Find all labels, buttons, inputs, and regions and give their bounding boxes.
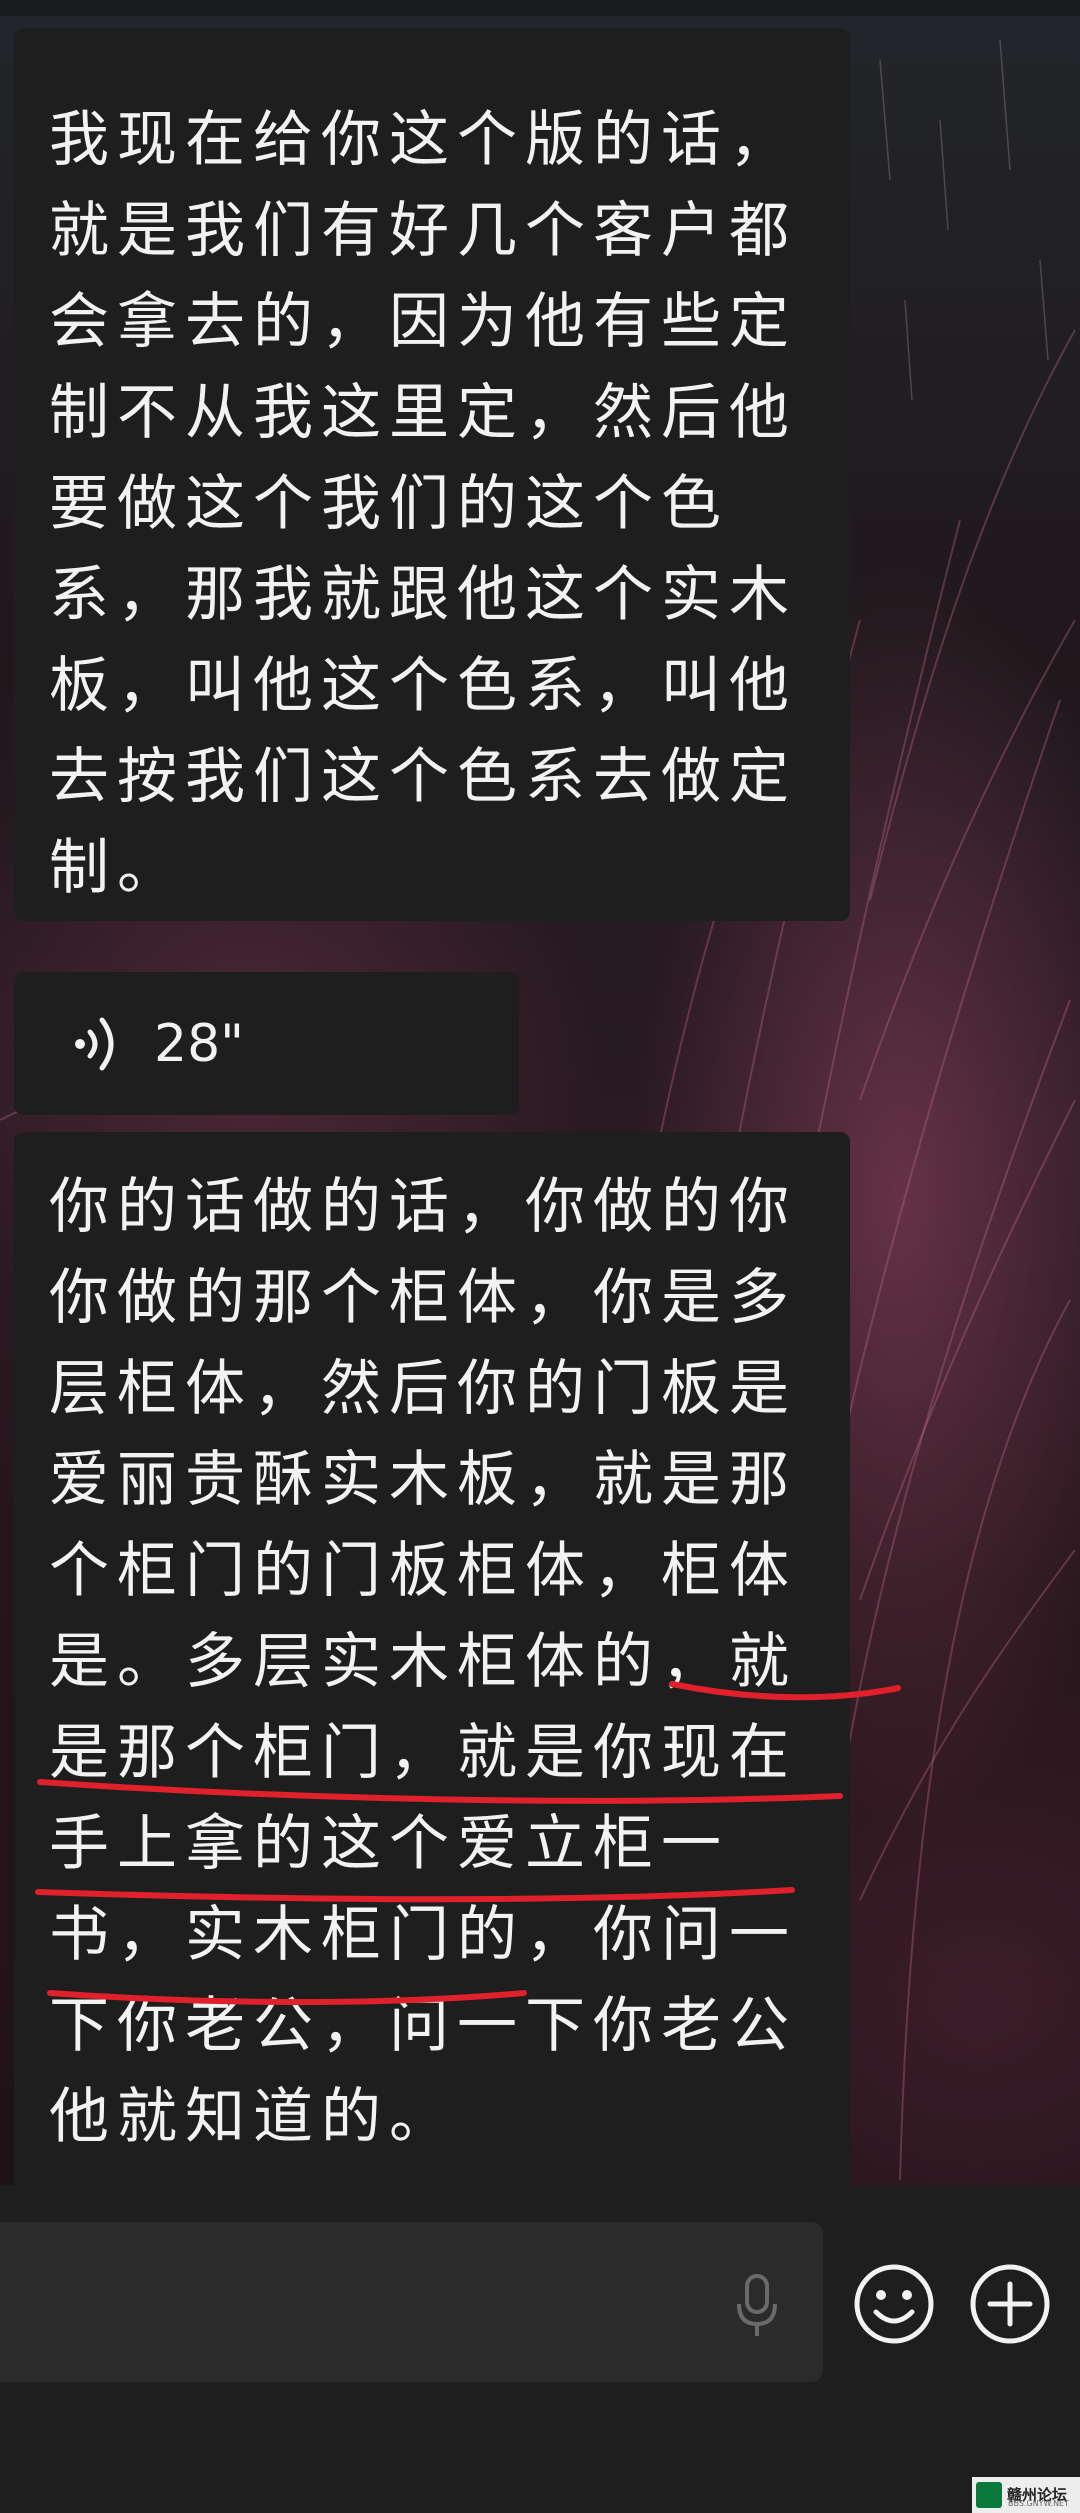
forum-watermark: 赣州论坛 BBS.GNYW.NET — [972, 2477, 1080, 2513]
message-input[interactable] — [0, 2222, 823, 2382]
smiley-icon[interactable] — [852, 2262, 936, 2346]
watermark-url: BBS.GNYW.NET — [1008, 2499, 1069, 2508]
forum-logo-icon — [976, 2482, 1002, 2508]
voice-wave-icon — [75, 1017, 114, 1071]
message-text: 我现在给你这个版的话，就是我们有好几个客户都会拿去的，因为他有些定制不从我这里定… — [49, 105, 797, 903]
voice-message-bubble[interactable]: 28" — [14, 972, 519, 1115]
status-strip — [0, 0, 1080, 16]
microphone-icon[interactable] — [732, 2272, 782, 2340]
message-text: 你的话做的话，你做的你你做的那个柜体，你是多层柜体，然后你的门板是爱丽贵酥实木板… — [49, 1172, 797, 2152]
voice-duration: 28" — [154, 1014, 245, 1074]
plus-icon[interactable] — [968, 2262, 1052, 2346]
message-bubble[interactable]: 我现在给你这个版的话，就是我们有好几个客户都会拿去的，因为他有些定制不从我这里定… — [14, 28, 850, 921]
